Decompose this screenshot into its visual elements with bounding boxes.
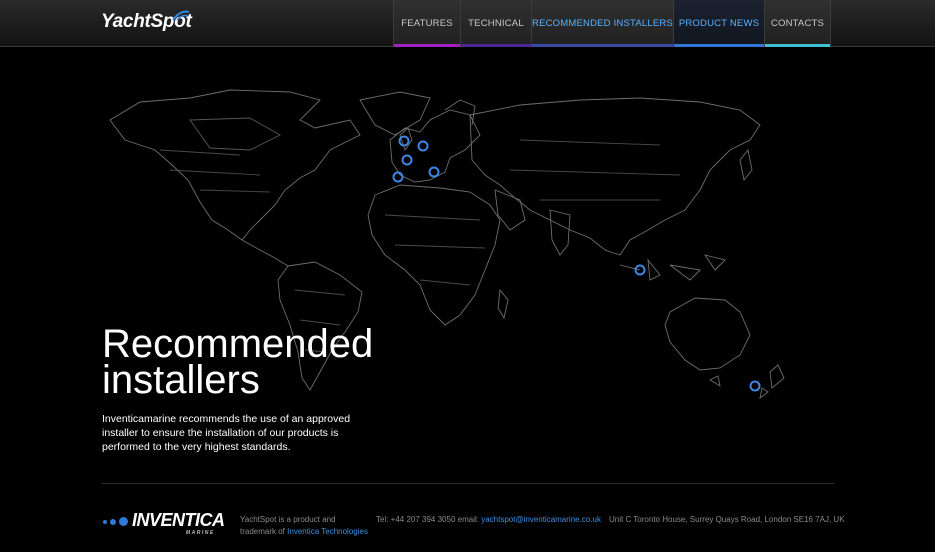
- footer-divider: [102, 483, 834, 484]
- continent-greenland: [359, 91, 431, 136]
- main-nav: FEATURES TECHNICAL RECOMMENDED INSTALLER…: [393, 0, 831, 47]
- nav-label: CONTACTS: [770, 18, 825, 29]
- nav-underline: [765, 44, 830, 47]
- nav-technical[interactable]: TECHNICAL: [460, 0, 531, 47]
- continent-north-america: [109, 89, 361, 241]
- nav-label: PRODUCT NEWS: [678, 18, 760, 29]
- nav-product-news[interactable]: PRODUCT NEWS: [673, 0, 764, 47]
- installer-marker: [428, 166, 440, 178]
- email-link[interactable]: yachtspot@inventicamarine.co.uk: [481, 515, 601, 524]
- page-title-line: installers: [102, 358, 260, 402]
- footer-about-line: YachtSpot is a product and: [240, 515, 336, 524]
- inventica-logo-sub: MARINE: [186, 530, 215, 536]
- nav-underline: [532, 44, 673, 47]
- nav-underline: [394, 44, 460, 47]
- installer-marker: [398, 135, 410, 147]
- page-description: Inventicamarine recommends the use of an…: [102, 413, 351, 453]
- inventica-dots-icon: [103, 517, 128, 526]
- nav-recommended-installers[interactable]: RECOMMENDED INSTALLERS: [531, 0, 673, 47]
- installer-marker: [749, 380, 761, 392]
- footer-about: YachtSpot is a product and trademark of …: [240, 514, 368, 538]
- nav-underline: [461, 44, 531, 47]
- inventica-logo[interactable]: INVENTICA: [132, 510, 225, 531]
- continent-asia: [469, 97, 761, 256]
- nav-underline: [674, 44, 764, 47]
- installer-marker: [401, 154, 413, 166]
- nav-features[interactable]: FEATURES: [393, 0, 460, 47]
- footer-address: Unit C Toronto House, Surrey Quays Road,…: [609, 515, 845, 524]
- page-title-line: Recommended: [102, 322, 374, 366]
- signal-arc-icon: [172, 10, 190, 21]
- footer-about-line: trademark of: [240, 527, 285, 536]
- installer-marker: [417, 140, 429, 152]
- nav-label: TECHNICAL: [468, 18, 524, 29]
- continent-africa: [367, 184, 501, 326]
- installer-marker: [392, 171, 404, 183]
- footer-tel: Tel: +44 207 394 3050 email:: [376, 515, 479, 524]
- nav-label: FEATURES: [401, 18, 453, 29]
- footer-contact: Tel: +44 207 394 3050 email: yachtspot@i…: [376, 514, 601, 526]
- nav-label: RECOMMENDED INSTALLERS: [532, 18, 673, 29]
- continent-australia: [664, 297, 751, 371]
- page-title: Recommended installers: [102, 322, 422, 402]
- site-header: YachtSpot FEATURES TECHNICAL RECOMMENDED…: [0, 0, 935, 47]
- inventica-technologies-link[interactable]: Inventica Technologies: [287, 527, 368, 536]
- nav-contacts[interactable]: CONTACTS: [764, 0, 831, 47]
